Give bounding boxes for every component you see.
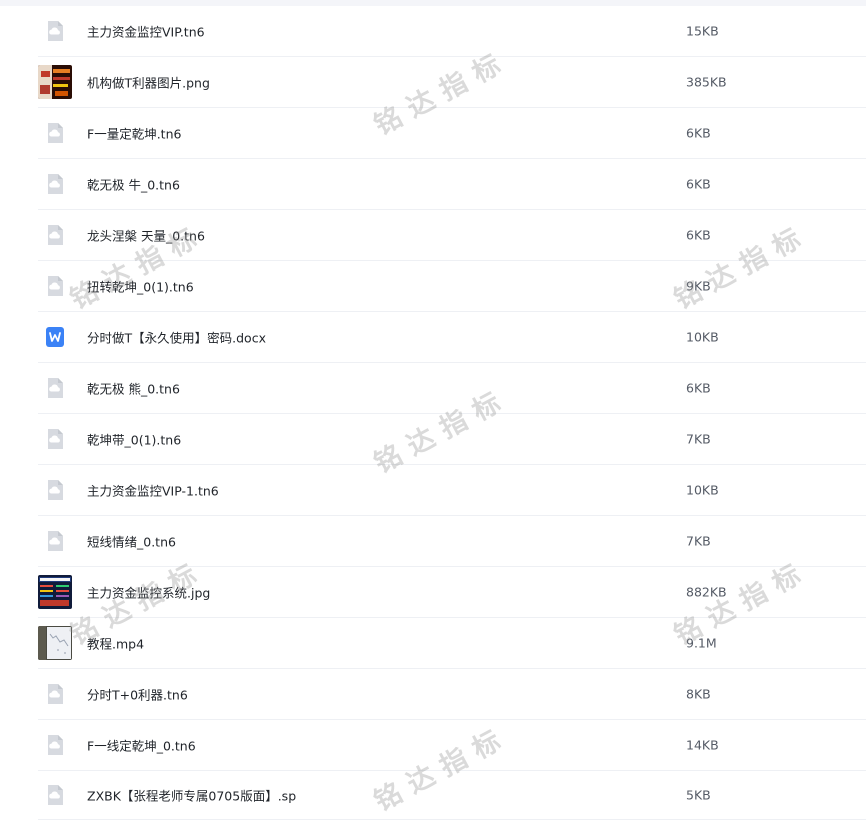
file-row[interactable]: 主力资金监控VIP-1.tn6 10KB [38, 465, 866, 516]
file-name[interactable]: 乾坤带_0(1).tn6 [87, 430, 181, 449]
file-row[interactable]: F一量定乾坤.tn6 6KB [38, 108, 866, 159]
video-thumbnail [38, 626, 72, 660]
file-icon [38, 728, 72, 762]
file-size: 7KB [686, 533, 711, 549]
file-row[interactable]: 教程.mp4 9.1M [38, 618, 866, 669]
file-size: 7KB [686, 431, 711, 447]
file-icon [38, 778, 72, 812]
file-name[interactable]: 主力资金监控系统.jpg [87, 583, 210, 602]
file-size: 5KB [686, 787, 711, 803]
file-row[interactable]: 主力资金监控系统.jpg 882KB [38, 567, 866, 618]
file-name[interactable]: 主力资金监控VIP.tn6 [87, 22, 205, 41]
file-size: 9KB [686, 278, 711, 294]
file-size: 6KB [686, 227, 711, 243]
word-icon [38, 320, 72, 354]
file-size: 6KB [686, 380, 711, 396]
file-name[interactable]: 分时T+0利器.tn6 [87, 685, 188, 704]
file-row[interactable]: 分时T+0利器.tn6 8KB [38, 669, 866, 720]
file-size: 8KB [686, 686, 711, 702]
file-name[interactable]: 乾无极 牛_0.tn6 [87, 175, 180, 194]
file-row[interactable]: ZXBK【张程老师专属0705版面】.sp 5KB [38, 771, 866, 820]
file-name[interactable]: 乾无极 熊_0.tn6 [87, 379, 180, 398]
file-size: 10KB [686, 482, 719, 498]
file-size: 10KB [686, 329, 719, 345]
file-icon [38, 371, 72, 405]
file-icon [38, 116, 72, 150]
file-name[interactable]: 分时做T【永久使用】密码.docx [87, 328, 266, 347]
file-row[interactable]: 乾无极 熊_0.tn6 6KB [38, 363, 866, 414]
file-icon [38, 422, 72, 456]
file-icon [38, 677, 72, 711]
file-name[interactable]: 教程.mp4 [87, 634, 144, 653]
file-name[interactable]: 龙头涅槃 天量_0.tn6 [87, 226, 205, 245]
file-name[interactable]: ZXBK【张程老师专属0705版面】.sp [87, 786, 296, 805]
file-size: 15KB [686, 23, 719, 39]
file-icon [38, 218, 72, 252]
file-name[interactable]: F一线定乾坤_0.tn6 [87, 736, 196, 755]
file-icon [38, 524, 72, 558]
file-row[interactable]: 扭转乾坤_0(1).tn6 9KB [38, 261, 866, 312]
file-row[interactable]: 主力资金监控VIP.tn6 15KB [38, 6, 866, 57]
file-row[interactable]: F一线定乾坤_0.tn6 14KB [38, 720, 866, 771]
file-row[interactable]: 分时做T【永久使用】密码.docx 10KB [38, 312, 866, 363]
file-size: 385KB [686, 74, 727, 90]
file-icon [38, 473, 72, 507]
file-icon [38, 269, 72, 303]
image-thumbnail [38, 575, 72, 609]
file-list: 主力资金监控VIP.tn6 15KB 机构做T利器图片.png 385KB F一… [38, 6, 866, 820]
file-row[interactable]: 乾无极 牛_0.tn6 6KB [38, 159, 866, 210]
file-name[interactable]: 扭转乾坤_0(1).tn6 [87, 277, 194, 296]
file-size: 14KB [686, 737, 719, 753]
file-row[interactable]: 龙头涅槃 天量_0.tn6 6KB [38, 210, 866, 261]
file-row[interactable]: 乾坤带_0(1).tn6 7KB [38, 414, 866, 465]
file-name[interactable]: F一量定乾坤.tn6 [87, 124, 181, 143]
file-name[interactable]: 主力资金监控VIP-1.tn6 [87, 481, 219, 500]
file-row[interactable]: 短线情绪_0.tn6 7KB [38, 516, 866, 567]
file-name[interactable]: 机构做T利器图片.png [87, 73, 210, 92]
file-size: 882KB [686, 584, 727, 600]
file-size: 9.1M [686, 635, 717, 651]
file-icon [38, 167, 72, 201]
file-icon [38, 14, 72, 48]
image-thumbnail [38, 65, 72, 99]
file-row[interactable]: 机构做T利器图片.png 385KB [38, 57, 866, 108]
file-size: 6KB [686, 176, 711, 192]
file-name[interactable]: 短线情绪_0.tn6 [87, 532, 176, 551]
file-size: 6KB [686, 125, 711, 141]
